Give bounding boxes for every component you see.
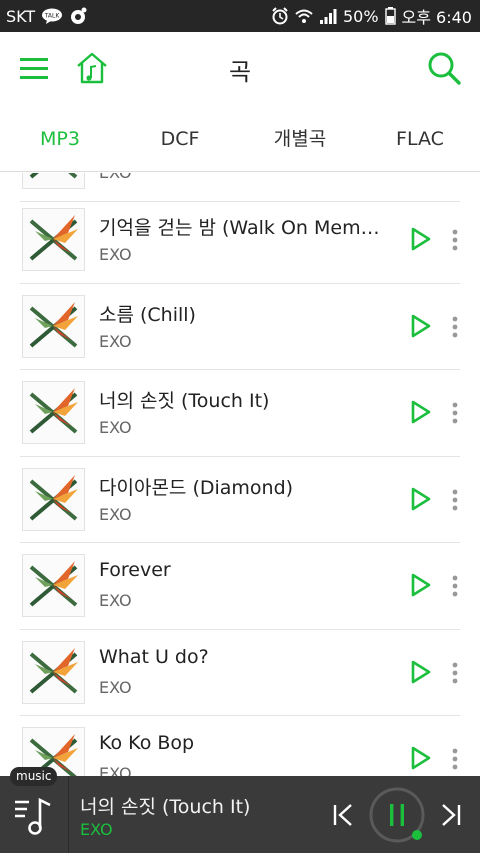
song-title: 다이아몬드 (Diamond) xyxy=(99,476,294,499)
next-track-icon[interactable] xyxy=(440,803,462,827)
song-artist: EXO xyxy=(99,331,132,351)
battery-percent: 50% xyxy=(342,6,379,26)
tab-mp3[interactable]: MP3 xyxy=(0,106,120,171)
play-icon[interactable] xyxy=(410,227,432,251)
song-row[interactable]: 너의 손짓 (Touch It) EXO xyxy=(0,370,480,457)
battery-icon xyxy=(384,7,396,25)
song-artist: EXO xyxy=(99,173,132,182)
song-title: 소름 (Chill) xyxy=(99,303,196,326)
song-artist: EXO xyxy=(99,677,132,697)
song-row[interactable]: What U do? EXO xyxy=(0,630,480,716)
song-list[interactable]: EXO 기억을 걷는 밤 (Walk On Memories) EXO 소름 (… xyxy=(0,173,480,776)
more-options-icon[interactable] xyxy=(450,574,460,598)
format-tabs: MP3 DCF 개별곡 FLAC xyxy=(0,106,480,172)
alarm-icon xyxy=(271,7,289,25)
play-icon[interactable] xyxy=(410,660,432,684)
music-badge: music xyxy=(10,767,58,786)
album-art xyxy=(22,381,85,444)
song-title: What U do? xyxy=(99,645,209,668)
more-options-icon[interactable] xyxy=(450,228,460,252)
now-playing-artist: EXO xyxy=(80,820,113,839)
pause-button[interactable] xyxy=(367,785,427,845)
song-artist: EXO xyxy=(99,418,132,437)
more-options-icon[interactable] xyxy=(450,661,460,685)
mini-player[interactable]: music 너의 손짓 (Touch It) EXO xyxy=(0,767,480,853)
play-icon[interactable] xyxy=(410,487,432,511)
playlist-music-icon[interactable] xyxy=(12,792,56,838)
play-icon[interactable] xyxy=(410,400,432,424)
page-title: 곡 xyxy=(228,58,252,86)
album-art xyxy=(22,173,85,189)
clock: 오후 6:40 xyxy=(401,8,472,27)
tab-individual[interactable]: 개별곡 xyxy=(240,106,360,171)
tab-dcf[interactable]: DCF xyxy=(120,106,240,171)
song-artist: EXO xyxy=(99,245,132,264)
song-row[interactable]: 기억을 걷는 밤 (Walk On Memories) EXO xyxy=(0,197,480,284)
song-row[interactable]: Forever EXO xyxy=(0,543,480,630)
wifi-icon xyxy=(295,7,313,25)
talk-icon: TALK xyxy=(41,8,63,24)
svg-text:TALK: TALK xyxy=(44,13,61,20)
more-options-icon[interactable] xyxy=(450,488,460,512)
song-row[interactable]: Ko Ko Bop EXO xyxy=(0,716,480,776)
song-artist: EXO xyxy=(99,504,132,524)
album-art xyxy=(22,467,85,531)
album-art xyxy=(22,208,85,271)
song-row[interactable]: 다이아몬드 (Diamond) EXO xyxy=(0,457,480,543)
app-header: 곡 xyxy=(0,32,480,106)
more-options-icon[interactable] xyxy=(450,747,460,771)
tab-flac[interactable]: FLAC xyxy=(360,106,480,171)
album-art xyxy=(22,554,85,617)
previous-track-icon[interactable] xyxy=(332,803,354,827)
carrier-label: SKT xyxy=(6,6,36,26)
player-divider xyxy=(68,776,69,853)
song-artist: EXO xyxy=(99,764,132,776)
search-icon[interactable] xyxy=(426,50,462,86)
song-row[interactable]: 소름 (Chill) EXO xyxy=(0,284,480,370)
play-icon[interactable] xyxy=(410,746,432,770)
play-icon[interactable] xyxy=(410,314,432,338)
song-title: 기억을 걷는 밤 (Walk On Memories) xyxy=(99,217,391,239)
song-title: Ko Ko Bop xyxy=(99,732,195,754)
more-options-icon[interactable] xyxy=(450,315,460,339)
song-artist: EXO xyxy=(99,591,132,610)
play-icon[interactable] xyxy=(410,573,432,597)
song-title: 너의 손짓 (Touch It) xyxy=(99,390,270,412)
album-art xyxy=(22,640,85,704)
app-notification-icon xyxy=(69,7,87,25)
song-title: Forever xyxy=(99,559,171,581)
now-playing-title: 너의 손짓 (Touch It) xyxy=(80,796,251,818)
signal-icon xyxy=(319,7,337,25)
album-art xyxy=(22,294,85,358)
more-options-icon[interactable] xyxy=(450,401,460,425)
status-bar: SKT TALK 50% 오후 6:40 xyxy=(0,0,480,32)
